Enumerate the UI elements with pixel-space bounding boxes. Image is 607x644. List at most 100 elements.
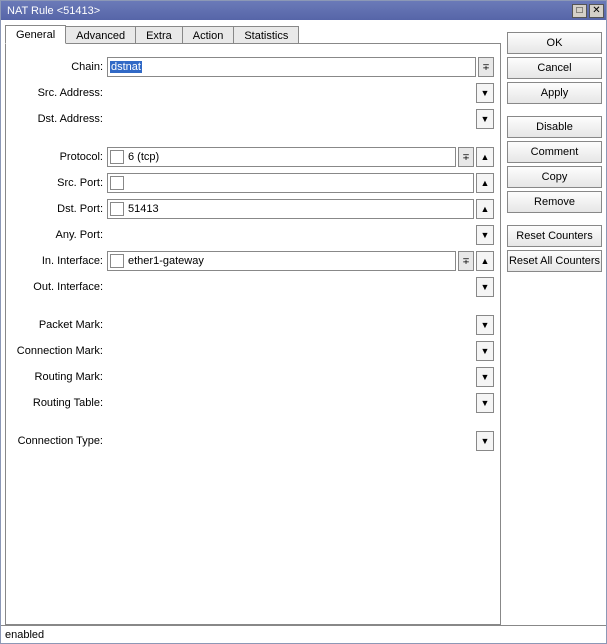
in-interface-dropdown-button[interactable]: ∓: [458, 251, 474, 271]
tab-action[interactable]: Action: [182, 26, 235, 44]
label-src-address: Src. Address:: [12, 87, 107, 99]
chain-dropdown-button[interactable]: ∓: [478, 57, 494, 77]
label-dst-address: Dst. Address:: [12, 113, 107, 125]
row-any-port: Any. Port: ▼: [12, 222, 494, 248]
chevron-down-icon: ▼: [481, 436, 490, 446]
packet-mark-placeholder: [107, 315, 474, 335]
protocol-neg-checkbox[interactable]: [110, 150, 124, 164]
tab-general[interactable]: General: [5, 25, 66, 44]
dst-address-expand-button[interactable]: ▼: [476, 109, 494, 129]
label-routing-mark: Routing Mark:: [12, 371, 107, 383]
in-interface-neg-checkbox[interactable]: [110, 254, 124, 268]
src-port-collapse-button[interactable]: ▲: [476, 173, 494, 193]
label-packet-mark: Packet Mark:: [12, 319, 107, 331]
dst-port-collapse-button[interactable]: ▲: [476, 199, 494, 219]
label-protocol: Protocol:: [12, 151, 107, 163]
apply-button[interactable]: Apply: [507, 82, 602, 104]
left-panel: General Advanced Extra Action Statistics…: [5, 24, 501, 625]
routing-mark-placeholder: [107, 367, 474, 387]
right-panel: OK Cancel Apply Disable Comment Copy Rem…: [507, 24, 602, 625]
group-marks: Packet Mark: ▼ Connection Mark: ▼: [12, 312, 494, 416]
close-button[interactable]: ✕: [589, 4, 604, 18]
chain-input[interactable]: dstnat: [110, 61, 142, 73]
reset-all-counters-button[interactable]: Reset All Counters: [507, 250, 602, 272]
window-title: NAT Rule <51413>: [7, 5, 570, 17]
row-dst-port: Dst. Port: ▲: [12, 196, 494, 222]
label-connection-mark: Connection Mark:: [12, 345, 107, 357]
src-port-input-wrap: [107, 173, 474, 193]
protocol-input[interactable]: [126, 149, 455, 165]
chevron-down-icon: ▼: [481, 230, 490, 240]
chevron-down-icon: ▼: [481, 372, 490, 382]
connection-mark-expand-button[interactable]: ▼: [476, 341, 494, 361]
chevron-up-icon: ▲: [481, 152, 490, 162]
maximize-button[interactable]: □: [572, 4, 587, 18]
chevron-down-icon: ▼: [481, 398, 490, 408]
remove-button[interactable]: Remove: [507, 191, 602, 213]
ok-button[interactable]: OK: [507, 32, 602, 54]
row-packet-mark: Packet Mark: ▼: [12, 312, 494, 338]
src-port-neg-checkbox[interactable]: [110, 176, 124, 190]
comment-button[interactable]: Comment: [507, 141, 602, 163]
routing-table-placeholder: [107, 393, 474, 413]
any-port-expand-button[interactable]: ▼: [476, 225, 494, 245]
row-connection-type: Connection Type: ▼: [12, 428, 494, 454]
src-port-input[interactable]: [126, 175, 473, 191]
protocol-dropdown-button[interactable]: ∓: [458, 147, 474, 167]
packet-mark-expand-button[interactable]: ▼: [476, 315, 494, 335]
copy-button[interactable]: Copy: [507, 166, 602, 188]
row-routing-table: Routing Table: ▼: [12, 390, 494, 416]
label-routing-table: Routing Table:: [12, 397, 107, 409]
disable-button[interactable]: Disable: [507, 116, 602, 138]
group-connection-type: Connection Type: ▼: [12, 428, 494, 454]
protocol-collapse-button[interactable]: ▲: [476, 147, 494, 167]
dst-port-input[interactable]: [126, 201, 473, 217]
cancel-button[interactable]: Cancel: [507, 57, 602, 79]
chevron-down-icon: ▼: [481, 114, 490, 124]
src-address-expand-button[interactable]: ▼: [476, 83, 494, 103]
tab-extra[interactable]: Extra: [135, 26, 183, 44]
row-dst-address: Dst. Address: ▼: [12, 106, 494, 132]
label-out-interface: Out. Interface:: [12, 281, 107, 293]
chevron-down-icon: ▼: [481, 346, 490, 356]
titlebar: NAT Rule <51413> □ ✕: [1, 1, 606, 20]
label-connection-type: Connection Type:: [12, 435, 107, 447]
body-area: General Advanced Extra Action Statistics…: [1, 20, 606, 625]
in-interface-input[interactable]: [126, 253, 455, 269]
out-interface-expand-button[interactable]: ▼: [476, 277, 494, 297]
statusbar: enabled: [1, 625, 606, 643]
dst-port-neg-checkbox[interactable]: [110, 202, 124, 216]
tab-statistics[interactable]: Statistics: [233, 26, 299, 44]
nat-rule-window: NAT Rule <51413> □ ✕ General Advanced Ex…: [0, 0, 607, 644]
dst-address-placeholder: [107, 109, 474, 129]
tab-advanced[interactable]: Advanced: [65, 26, 136, 44]
chevron-down-icon: ▼: [481, 320, 490, 330]
group-addresses: Chain: dstnat ∓ Src. Address:: [12, 54, 494, 132]
group-protocol-ports: Protocol: ∓ ▲ Src. Port:: [12, 144, 494, 300]
row-routing-mark: Routing Mark: ▼: [12, 364, 494, 390]
chevron-up-icon: ▲: [481, 204, 490, 214]
status-text: enabled: [5, 629, 44, 641]
reset-counters-button[interactable]: Reset Counters: [507, 225, 602, 247]
row-out-interface: Out. Interface: ▼: [12, 274, 494, 300]
label-in-interface: In. Interface:: [12, 255, 107, 267]
maximize-icon: □: [576, 6, 582, 16]
in-interface-collapse-button[interactable]: ▲: [476, 251, 494, 271]
out-interface-placeholder: [107, 277, 474, 297]
in-interface-input-wrap: [107, 251, 456, 271]
close-icon: ✕: [592, 6, 600, 16]
dst-port-input-wrap: [107, 199, 474, 219]
connection-type-expand-button[interactable]: ▼: [476, 431, 494, 451]
routing-table-expand-button[interactable]: ▼: [476, 393, 494, 413]
label-chain: Chain:: [12, 61, 107, 73]
label-src-port: Src. Port:: [12, 177, 107, 189]
chain-input-wrap: dstnat: [107, 57, 476, 77]
row-protocol: Protocol: ∓ ▲: [12, 144, 494, 170]
any-port-placeholder: [107, 225, 474, 245]
label-any-port: Any. Port:: [12, 229, 107, 241]
routing-mark-expand-button[interactable]: ▼: [476, 367, 494, 387]
row-src-port: Src. Port: ▲: [12, 170, 494, 196]
chevron-down-icon: ▼: [481, 282, 490, 292]
dropdown-icon: ∓: [462, 152, 470, 163]
chevron-up-icon: ▲: [481, 178, 490, 188]
